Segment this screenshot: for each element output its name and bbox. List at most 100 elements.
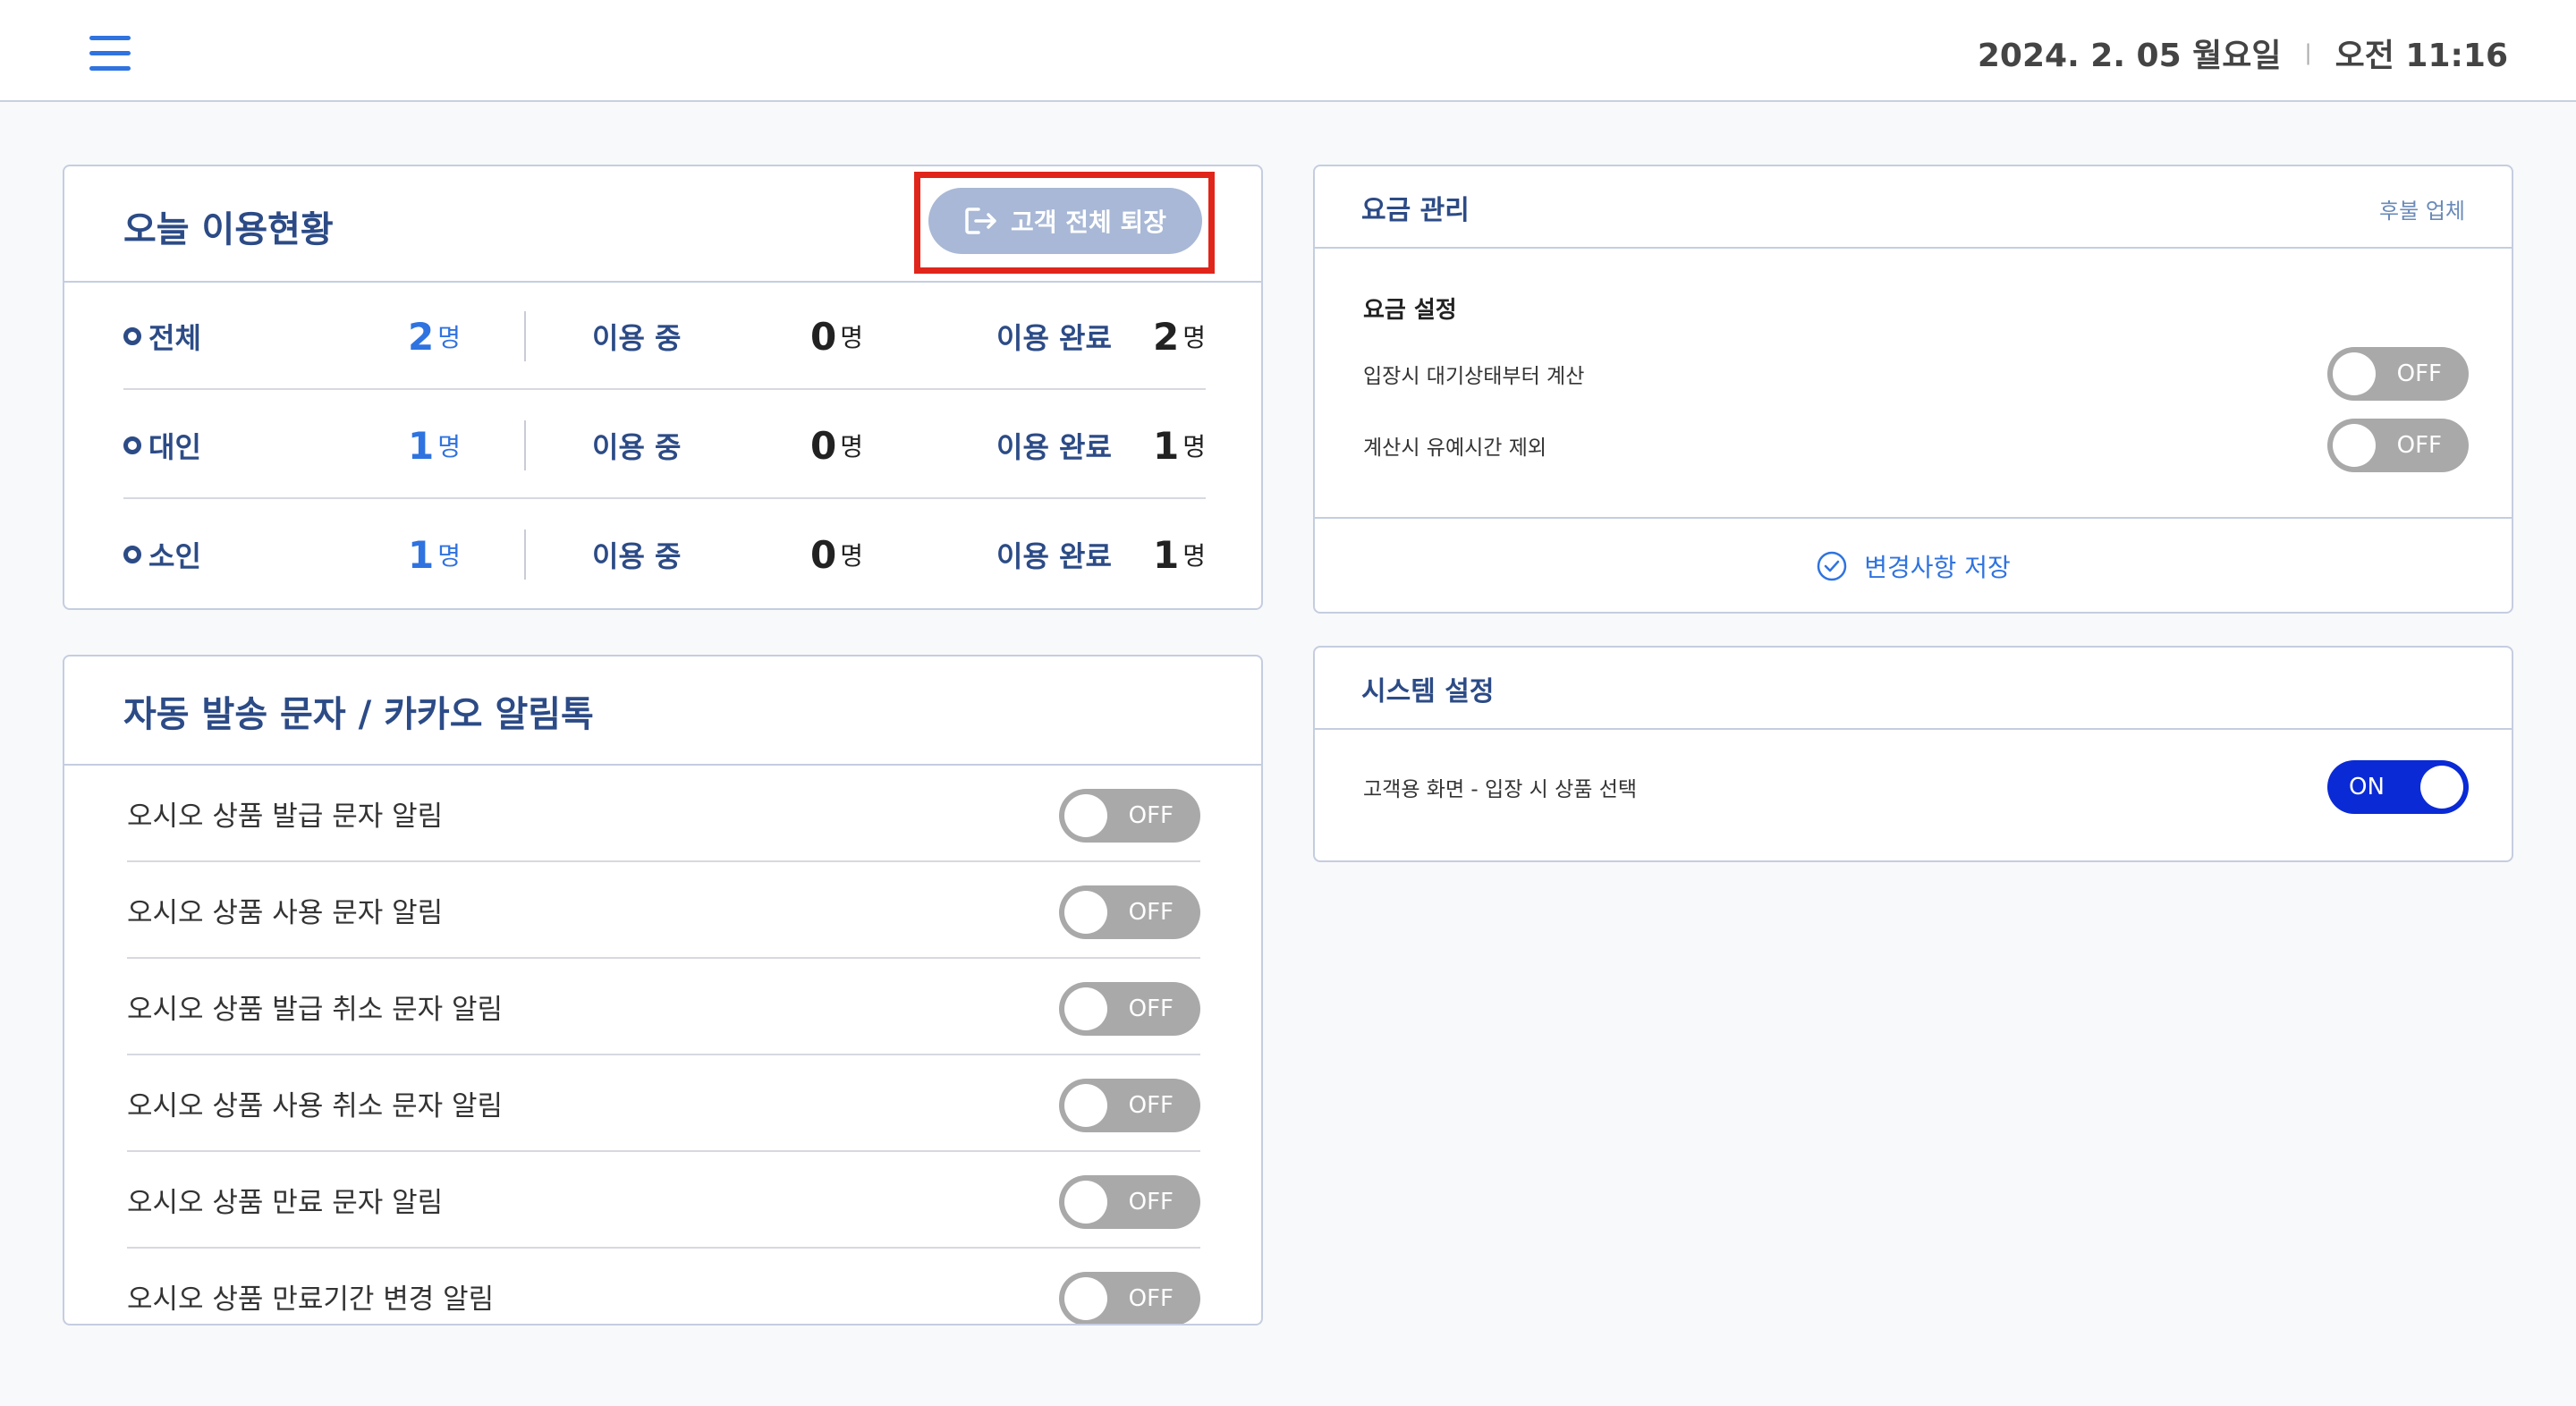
usage-title: 오늘 이용현황	[123, 209, 334, 250]
usage-done-count: 1	[1153, 532, 1180, 577]
save-changes-label: 변경사항 저장	[1864, 553, 2011, 582]
save-changes-button[interactable]: 변경사항 저장	[1315, 517, 2512, 614]
notify-item: 오시오 상품 만료기간 변경 알림 OFF	[127, 1249, 1200, 1324]
time-text: 오전 11:16	[2334, 38, 2508, 74]
notify-toggle[interactable]: OFF	[1059, 789, 1200, 843]
toggle-knob	[2333, 352, 2376, 395]
system-settings-card: 시스템 설정 고객용 화면 - 입장 시 상품 선택 ON	[1313, 646, 2513, 862]
toggle-knob	[1064, 794, 1107, 837]
fee-setting-label: 입장시 대기상태부터 계산	[1363, 365, 1585, 388]
usage-in-use-count: 0	[810, 532, 837, 577]
usage-row-adult: 대인 1명 이용 중 0명 이용 완료 1명	[123, 392, 1206, 499]
top-header: 2024. 2. 05 월요일 | 오전 11:16	[0, 0, 2576, 102]
toggle-knob	[2420, 766, 2463, 809]
usage-total-count: 2	[408, 314, 435, 359]
divider	[524, 311, 526, 361]
toggle-state: OFF	[1128, 1285, 1174, 1312]
datetime-separator: |	[2304, 40, 2312, 65]
usage-in-use-count: 0	[810, 423, 837, 468]
auto-message-title: 자동 발송 문자 / 카카오 알림톡	[123, 694, 594, 735]
toggle-knob	[1064, 1277, 1107, 1320]
fee-setting-label: 계산시 유예시간 제외	[1363, 436, 1547, 460]
notify-item-label: 오시오 상품 만료 문자 알림	[127, 1186, 444, 1219]
in-use-label: 이용 중	[592, 539, 682, 573]
toggle-state: OFF	[2396, 360, 2442, 387]
fee-setting-item: 계산시 유예시간 제외 OFF	[1363, 417, 2469, 474]
unit-label: 명	[840, 432, 863, 462]
unit-label: 명	[437, 541, 461, 571]
notify-item: 오시오 상품 발급 취소 문자 알림 OFF	[127, 959, 1200, 1055]
notify-toggle[interactable]: OFF	[1059, 982, 1200, 1036]
notify-item-label: 오시오 상품 발급 문자 알림	[127, 800, 444, 833]
fee-subtitle: 후불 업체	[2379, 199, 2465, 224]
unit-label: 명	[1182, 541, 1206, 571]
usage-status-card: 오늘 이용현황 고객 전체 퇴장 전체 2명 이용 중 0명 이용 완료 2명 …	[63, 165, 1263, 610]
toggle-state: OFF	[1128, 802, 1174, 829]
done-label: 이용 완료	[996, 430, 1112, 464]
notify-item: 오시오 상품 만료 문자 알림 OFF	[127, 1152, 1200, 1249]
system-toggle[interactable]: ON	[2327, 760, 2469, 814]
unit-label: 명	[437, 323, 461, 352]
toggle-state: OFF	[1128, 899, 1174, 926]
unit-label: 명	[1182, 432, 1206, 462]
system-setting-item: 고객용 화면 - 입장 시 상품 선택 ON	[1363, 758, 2469, 816]
notify-toggle[interactable]: OFF	[1059, 885, 1200, 939]
usage-done-count: 2	[1153, 314, 1180, 359]
notify-item-label: 오시오 상품 사용 취소 문자 알림	[127, 1089, 504, 1122]
fee-setting-item: 입장시 대기상태부터 계산 OFF	[1363, 345, 2469, 402]
usage-row-child: 소인 1명 이용 중 0명 이용 완료 1명	[123, 501, 1206, 608]
in-use-label: 이용 중	[592, 430, 682, 464]
divider	[524, 529, 526, 580]
notify-item-label: 오시오 상품 만료기간 변경 알림	[127, 1283, 495, 1316]
usage-header: 오늘 이용현황 고객 전체 퇴장	[64, 166, 1261, 283]
notify-item-label: 오시오 상품 사용 문자 알림	[127, 896, 444, 929]
notify-item-label: 오시오 상품 발급 취소 문자 알림	[127, 993, 504, 1026]
usage-category: 소인	[148, 539, 201, 573]
toggle-knob	[2333, 424, 2376, 467]
auto-message-header: 자동 발송 문자 / 카카오 알림톡	[64, 656, 1261, 766]
notify-toggle[interactable]: OFF	[1059, 1079, 1200, 1132]
fee-toggle[interactable]: OFF	[2327, 419, 2469, 472]
notify-toggle[interactable]: OFF	[1059, 1272, 1200, 1324]
toggle-state: OFF	[1128, 995, 1174, 1022]
notify-item: 오시오 상품 발급 문자 알림 OFF	[127, 766, 1200, 862]
fee-toggle[interactable]: OFF	[2327, 347, 2469, 401]
system-header: 시스템 설정	[1315, 648, 2512, 730]
logout-icon	[965, 208, 996, 234]
toggle-state: OFF	[1128, 1092, 1174, 1119]
ring-icon	[123, 327, 141, 345]
fee-header: 요금 관리 후불 업체	[1315, 166, 2512, 249]
ring-icon	[123, 436, 141, 454]
exit-all-customers-button[interactable]: 고객 전체 퇴장	[928, 188, 1202, 254]
unit-label: 명	[1182, 323, 1206, 352]
fee-management-card: 요금 관리 후불 업체 요금 설정 입장시 대기상태부터 계산 OFF 계산시 …	[1313, 165, 2513, 614]
notify-item: 오시오 상품 사용 문자 알림 OFF	[127, 862, 1200, 959]
ring-icon	[123, 546, 141, 563]
usage-total-count: 1	[408, 532, 435, 577]
toggle-state: OFF	[1128, 1189, 1174, 1215]
notify-item: 오시오 상품 사용 취소 문자 알림 OFF	[127, 1055, 1200, 1152]
toggle-knob	[1064, 987, 1107, 1030]
hamburger-menu-icon[interactable]	[89, 36, 131, 72]
toggle-state: ON	[2349, 774, 2385, 800]
usage-category: 전체	[148, 321, 201, 355]
toggle-knob	[1064, 1084, 1107, 1127]
usage-in-use-count: 0	[810, 314, 837, 359]
usage-total-count: 1	[408, 423, 435, 468]
date-text: 2024. 2. 05 월요일	[1977, 38, 2282, 74]
divider	[524, 420, 526, 470]
toggle-knob	[1064, 1181, 1107, 1224]
unit-label: 명	[840, 323, 863, 352]
usage-row-total: 전체 2명 이용 중 0명 이용 완료 2명	[123, 283, 1206, 390]
done-label: 이용 완료	[996, 539, 1112, 573]
usage-done-count: 1	[1153, 423, 1180, 468]
system-title: 시스템 설정	[1361, 676, 1495, 707]
notify-toggle[interactable]: OFF	[1059, 1175, 1200, 1229]
unit-label: 명	[840, 541, 863, 571]
fee-title: 요금 관리	[1361, 195, 1470, 226]
in-use-label: 이용 중	[592, 321, 682, 355]
system-setting-label: 고객용 화면 - 입장 시 상품 선택	[1363, 778, 1638, 801]
done-label: 이용 완료	[996, 321, 1112, 355]
toggle-state: OFF	[2396, 432, 2442, 459]
toggle-knob	[1064, 891, 1107, 934]
